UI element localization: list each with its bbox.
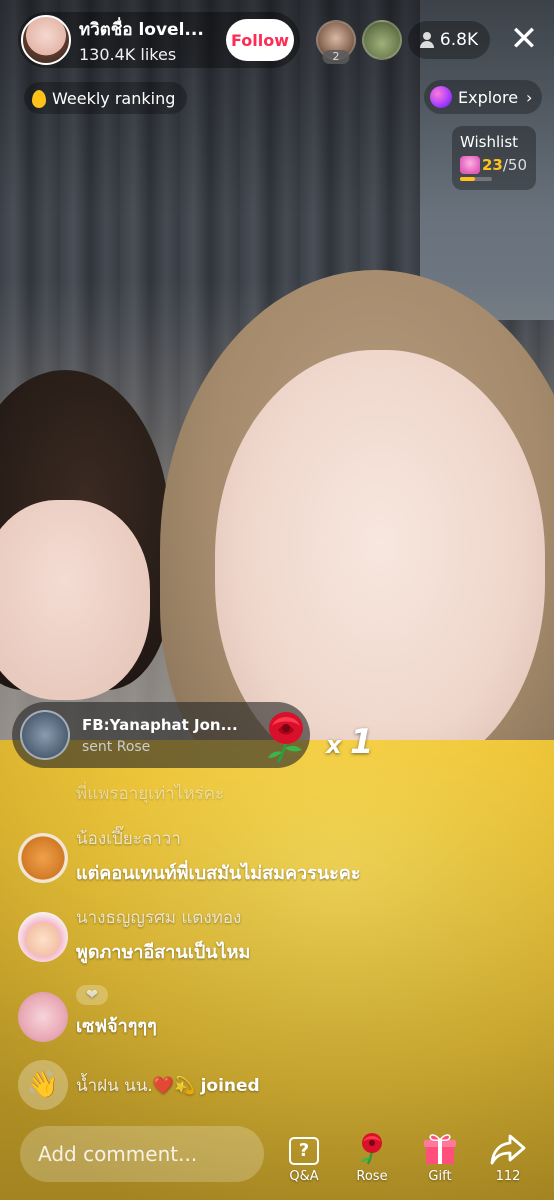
host-likes: 130.4K likes (79, 45, 177, 64)
person-icon (419, 32, 434, 48)
top-viewer-avatar[interactable]: 2 (316, 20, 356, 64)
viewer-count-value: 6.8K (439, 30, 479, 50)
rose-icon (268, 712, 303, 763)
gift-multiplier: x 1 (326, 722, 374, 762)
wishlist-total: /50 (502, 156, 528, 174)
chevron-right-icon: › (526, 87, 533, 107)
comment-item: นางธญญรศม แตงทอง พูดภาษาอีสานเป็นไหม (16, 904, 250, 966)
close-icon[interactable]: ✕ (506, 22, 542, 58)
commenter-avatar[interactable] (18, 833, 68, 883)
qa-button[interactable]: ? Q&A (274, 1126, 334, 1184)
weekly-ranking-label: Weekly ranking (52, 88, 176, 108)
multiplier-prefix: x (326, 731, 342, 759)
wishlist-progress-bar (460, 177, 492, 181)
heart-badge-icon: ❤ (76, 985, 108, 1005)
viewer-count[interactable]: 6.8K (408, 21, 490, 59)
joined-user[interactable]: น้ำฝน นน. (76, 1076, 153, 1096)
joined-line: น้ำฝน นน.❤️💫 joined (76, 1072, 260, 1099)
explore-label: Explore (458, 87, 519, 107)
wishlist-title: Wishlist (460, 133, 519, 151)
joined-emoji: ❤️💫 (152, 1076, 196, 1096)
comment-user[interactable]: ❤ (76, 984, 157, 1005)
top-viewer-avatar[interactable] (362, 20, 402, 60)
flame-icon (30, 87, 48, 109)
comment-message: แต่คอนเทนท์พี่เบสมันไม่สมควรนะคะ (76, 863, 361, 884)
gift-button[interactable]: Gift (410, 1126, 470, 1184)
gift-notification-banner[interactable]: FB:Yanaphat Jon... sent Rose (12, 702, 310, 768)
host-avatar[interactable] (21, 15, 71, 65)
explore-button[interactable]: Explore › (424, 80, 543, 114)
gift-box-icon (424, 1134, 456, 1164)
multiplier-value: 1 (349, 722, 374, 762)
qa-icon: ? (289, 1137, 319, 1165)
wishlist-progress-row: 23 /50 (460, 156, 536, 174)
planet-icon (430, 86, 452, 108)
rose-gift-button[interactable]: Rose (342, 1126, 402, 1184)
top-viewers[interactable]: 2 (316, 20, 408, 64)
joined-notice: 👋 น้ำฝน นน.❤️💫 joined (16, 1060, 260, 1110)
host-name[interactable]: ทวิตชื่อ lovel... (79, 16, 219, 43)
viewer-rank-badge: 2 (322, 50, 350, 64)
comment-user[interactable]: พี่แพรอายุเท่าไหร่คะ (76, 780, 224, 807)
commenter-avatar[interactable] (18, 992, 68, 1042)
host-info-pill[interactable]: ทวิตชื่อ lovel... 130.4K likes Follow (18, 12, 300, 68)
comment-message: พูดภาษาอีสานเป็นไหม (76, 942, 251, 963)
follow-button[interactable]: Follow (226, 19, 294, 61)
gifter-name: FB:Yanaphat Jon... (82, 715, 238, 734)
share-button[interactable]: 112 (478, 1126, 538, 1184)
comment-item: พี่แพรอายุเท่าไหร่คะ (16, 780, 224, 807)
wishlist-card[interactable]: Wishlist 23 /50 (452, 126, 536, 190)
gift-text: FB:Yanaphat Jon... sent Rose (82, 716, 242, 755)
weekly-ranking-button[interactable]: Weekly ranking (24, 82, 188, 114)
joined-label: joined (200, 1076, 260, 1096)
rose-icon (361, 1133, 382, 1165)
share-count: 112 (495, 1169, 521, 1184)
gift-mini-icon (460, 156, 480, 174)
comment-item: ❤ เซฟจ้าๆๆๆ (16, 984, 157, 1042)
wishlist-count: 23 (482, 156, 503, 174)
wave-icon: 👋 (18, 1060, 68, 1110)
share-icon (490, 1134, 526, 1165)
comment-user[interactable]: น้องเปี๊ยะลาวา (76, 825, 361, 852)
comment-input[interactable] (20, 1126, 264, 1182)
gifter-avatar[interactable] (20, 710, 70, 760)
host-text: ทวิตชื่อ lovel... 130.4K likes (79, 16, 219, 64)
qa-label: Q&A (289, 1169, 319, 1184)
comment-user[interactable]: นางธญญรศม แตงทอง (76, 904, 250, 931)
gift-action: sent Rose (82, 738, 151, 755)
rose-label: Rose (356, 1169, 388, 1184)
comment-item: น้องเปี๊ยะลาวา แต่คอนเทนท์พี่เบสมันไม่สม… (16, 825, 361, 887)
wishlist-progress-fill (460, 177, 475, 181)
gift-label: Gift (428, 1169, 452, 1184)
commenter-avatar[interactable] (18, 912, 68, 962)
comment-message: เซฟจ้าๆๆๆ (76, 1016, 157, 1037)
